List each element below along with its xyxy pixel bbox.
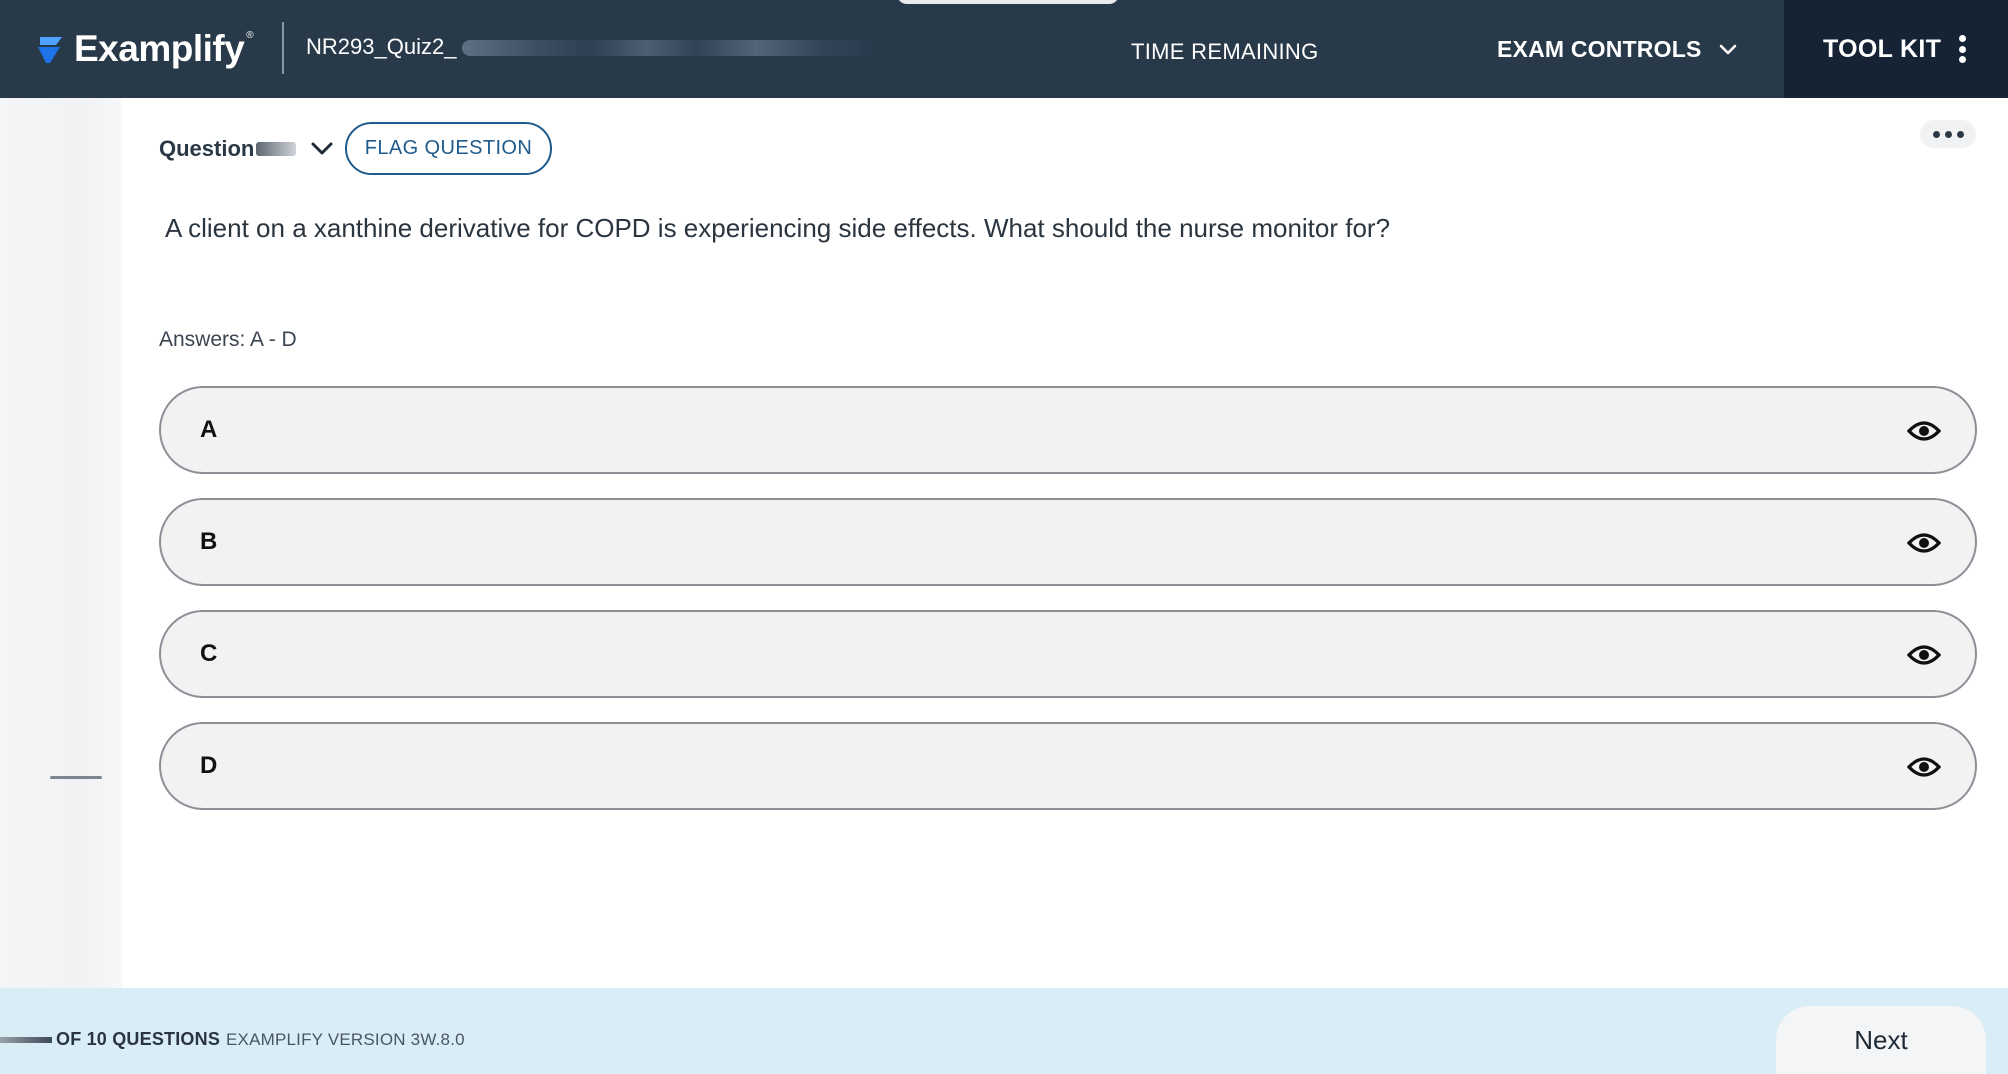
exam-name: NR293_Quiz2_ [306, 34, 457, 59]
answer-option-b[interactable]: B [159, 498, 1977, 586]
screen-notch [897, 0, 1119, 4]
question-progress: OF 10 QUESTIONS [0, 1029, 220, 1050]
time-remaining-label: TIME REMAINING [1131, 39, 1319, 64]
tool-kit-label: TOOL KIT [1823, 34, 1942, 63]
brand-registered-mark: ® [246, 29, 254, 41]
top-bar: Examplify ® NR293_Quiz2_ TIME REMAINING … [0, 0, 2008, 98]
examplify-logo-icon [38, 37, 62, 63]
option-letter: B [200, 528, 218, 555]
eye-icon[interactable] [1907, 753, 1941, 781]
answer-option-a[interactable]: A [159, 386, 1977, 474]
more-options-button[interactable] [1920, 120, 1976, 148]
question-progress-label: OF 10 QUESTIONS [56, 1029, 221, 1049]
flag-question-button[interactable]: FLAG QUESTION [345, 122, 552, 175]
exam-controls-menu[interactable]: EXAM CONTROLS [1497, 36, 1738, 63]
tool-kit-button[interactable]: TOOL KIT [1784, 0, 2008, 98]
header-divider [282, 22, 284, 74]
eye-icon[interactable] [1907, 417, 1941, 445]
chevron-down-icon [1719, 44, 1736, 54]
answer-option-d[interactable]: D [159, 722, 1977, 810]
option-letter: D [200, 752, 218, 779]
option-letter: A [200, 416, 218, 443]
question-selector-label: Question [159, 136, 255, 161]
question-navigator-rail [0, 98, 122, 988]
answer-option-c[interactable]: C [159, 610, 1977, 698]
rail-marker [50, 776, 102, 779]
exam-controls-label: EXAM CONTROLS [1497, 36, 1702, 62]
question-stem: A client on a xanthine derivative for CO… [165, 213, 1391, 243]
exam-name-redaction [462, 40, 882, 56]
eye-icon[interactable] [1907, 529, 1941, 557]
more-horizontal-icon [1932, 130, 1940, 138]
option-letter: C [200, 640, 218, 667]
next-button[interactable]: Next [1776, 1006, 1986, 1074]
app-version-label: EXAMPLIFY VERSION 3W.8.0 [226, 1030, 465, 1049]
question-number-redaction [256, 142, 297, 156]
brand-name: Examplify [74, 28, 245, 69]
answers-range-label: Answers: A - D [159, 328, 297, 351]
progress-number-redaction [0, 1036, 52, 1043]
eye-icon[interactable] [1907, 641, 1941, 669]
brand: Examplify ® [36, 27, 254, 71]
question-selector[interactable]: Question [159, 136, 334, 162]
chevron-down-icon [311, 142, 333, 155]
kebab-menu-icon [1959, 35, 1967, 63]
